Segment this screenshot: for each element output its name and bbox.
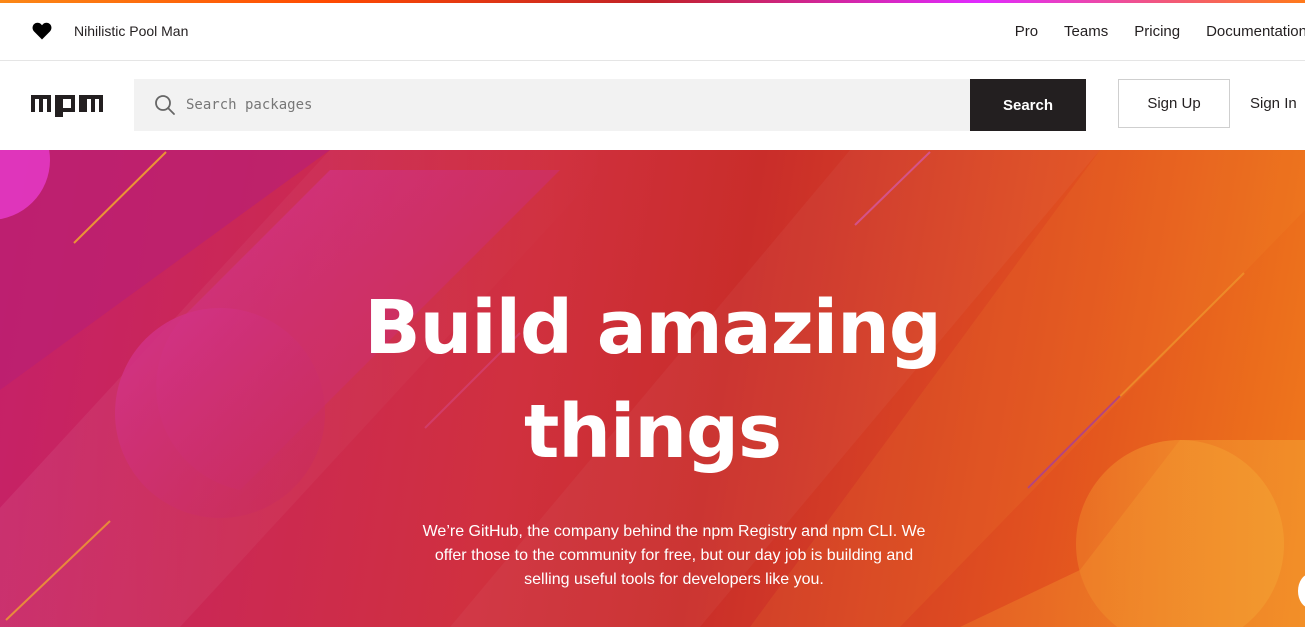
sign-up-button[interactable]: Sign Up	[1118, 79, 1230, 128]
hero-subtitle: We’re GitHub, the company behind the npm…	[422, 523, 926, 588]
search-icon	[155, 95, 175, 115]
search-field	[134, 79, 970, 131]
top-navigation: Nihilistic Pool Man Pro Teams Pricing Do…	[0, 3, 1305, 61]
sign-in-link[interactable]: Sign In	[1250, 95, 1297, 112]
hero-banner: Build amazing things We’re GitHub, the c…	[0, 150, 1305, 627]
search-button[interactable]: Search	[970, 79, 1086, 131]
search-input[interactable]	[186, 79, 956, 131]
nav-link-pro[interactable]: Pro	[1015, 23, 1038, 40]
heart-icon[interactable]	[32, 22, 52, 40]
nav-link-documentation[interactable]: Documentation	[1206, 23, 1305, 40]
hero-title-line-2: things	[523, 389, 782, 475]
nav-link-pricing[interactable]: Pricing	[1134, 23, 1180, 40]
npm-logo[interactable]	[31, 95, 103, 117]
nav-link-teams[interactable]: Teams	[1064, 23, 1108, 40]
hero-title-line-1: Build amazing	[364, 285, 942, 371]
search-bar: Search Sign Up Sign In	[0, 61, 1305, 150]
user-name-label: Nihilistic Pool Man	[74, 23, 189, 39]
top-nav-links: Pro Teams Pricing Documentation	[1015, 23, 1305, 40]
hero-title: Build amazing things	[0, 276, 1305, 484]
